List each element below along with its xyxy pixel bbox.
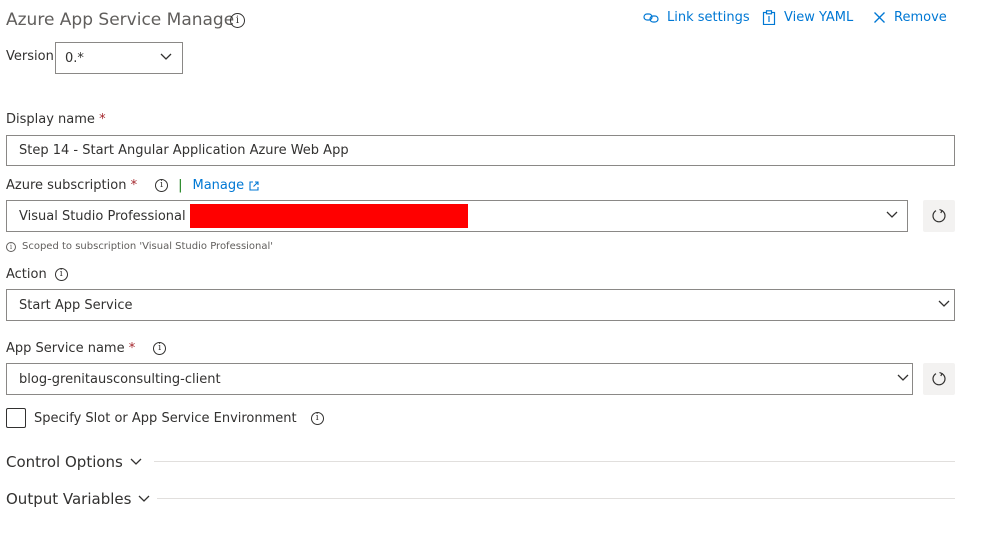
app-service-name-select[interactable]: blog-grenitausconsulting-client <box>6 363 913 395</box>
link-settings-label: Link settings <box>667 10 750 25</box>
refresh-app-service-button[interactable] <box>923 363 955 395</box>
refresh-icon <box>932 371 946 386</box>
close-icon <box>874 12 885 23</box>
chevron-down-icon <box>130 458 142 465</box>
redacted-block <box>189 204 468 228</box>
chevron-down-icon <box>938 300 950 307</box>
display-name-value: Step 14 - Start Angular Application Azur… <box>19 143 349 158</box>
clipboard-icon <box>762 10 776 25</box>
info-icon[interactable]: i <box>310 411 324 425</box>
display-name-input[interactable]: Step 14 - Start Angular Application Azur… <box>6 135 955 166</box>
action-select[interactable]: Start App Service <box>6 289 955 321</box>
remove-label: Remove <box>894 10 947 25</box>
app-service-name-value: blog-grenitausconsulting-client <box>19 371 221 387</box>
required-marker: * <box>128 341 136 356</box>
chevron-down-icon <box>138 495 150 502</box>
page-title: Azure App Service Manage <box>6 10 235 30</box>
required-marker: * <box>99 112 106 127</box>
display-name-label: Display name * <box>6 112 106 127</box>
view-yaml-label: View YAML <box>784 10 854 25</box>
info-icon[interactable]: i <box>54 268 68 281</box>
azure-subscription-label-text: Azure subscription <box>6 178 127 193</box>
control-options-toggle[interactable]: Control Options <box>6 453 142 471</box>
control-options-label: Control Options <box>6 453 123 471</box>
azure-subscription-select[interactable]: Visual Studio Professional <box>6 200 908 232</box>
required-marker: * <box>130 178 138 193</box>
action-label: Action i <box>6 267 68 282</box>
chevron-down-icon <box>160 53 172 60</box>
output-variables-toggle[interactable]: Output Variables <box>6 490 150 508</box>
version-select[interactable]: 0.* <box>55 42 183 74</box>
azure-subscription-value: Visual Studio Professional <box>19 208 186 224</box>
action-label-text: Action <box>6 267 47 282</box>
scope-hint-text: Scoped to subscription 'Visual Studio Pr… <box>22 241 274 252</box>
subscription-scope-hint: i Scoped to subscription 'Visual Studio … <box>6 241 273 252</box>
info-icon: i <box>6 241 16 252</box>
version-label: Version <box>6 49 54 64</box>
refresh-subscription-button[interactable] <box>923 200 955 232</box>
version-value: 0.* <box>65 50 84 66</box>
link-icon <box>643 12 659 23</box>
info-icon[interactable]: i <box>230 13 245 28</box>
refresh-icon <box>932 208 946 223</box>
info-icon[interactable]: i <box>155 179 169 192</box>
link-settings-button[interactable]: Link settings <box>643 10 750 25</box>
chevron-down-icon <box>897 374 909 381</box>
view-yaml-button[interactable]: View YAML <box>762 10 853 25</box>
action-value: Start App Service <box>19 297 133 313</box>
app-service-name-label: App Service name * i <box>6 341 167 356</box>
slot-checkbox[interactable] <box>6 408 26 428</box>
divider <box>154 461 955 462</box>
manage-link[interactable]: Manage <box>192 178 244 193</box>
display-name-label-text: Display name <box>6 112 95 127</box>
separator: | <box>178 178 183 193</box>
open-external-icon <box>249 180 259 191</box>
output-variables-label: Output Variables <box>6 490 132 508</box>
azure-subscription-label: Azure subscription * i | Manage <box>6 178 259 193</box>
info-icon[interactable]: i <box>153 342 167 355</box>
remove-button[interactable]: Remove <box>873 10 947 25</box>
divider <box>157 498 955 499</box>
slot-checkbox-row: Specify Slot or App Service Environment … <box>6 408 324 428</box>
slot-checkbox-label[interactable]: Specify Slot or App Service Environment <box>34 411 297 426</box>
app-service-name-label-text: App Service name <box>6 341 125 356</box>
chevron-down-icon <box>886 211 898 218</box>
